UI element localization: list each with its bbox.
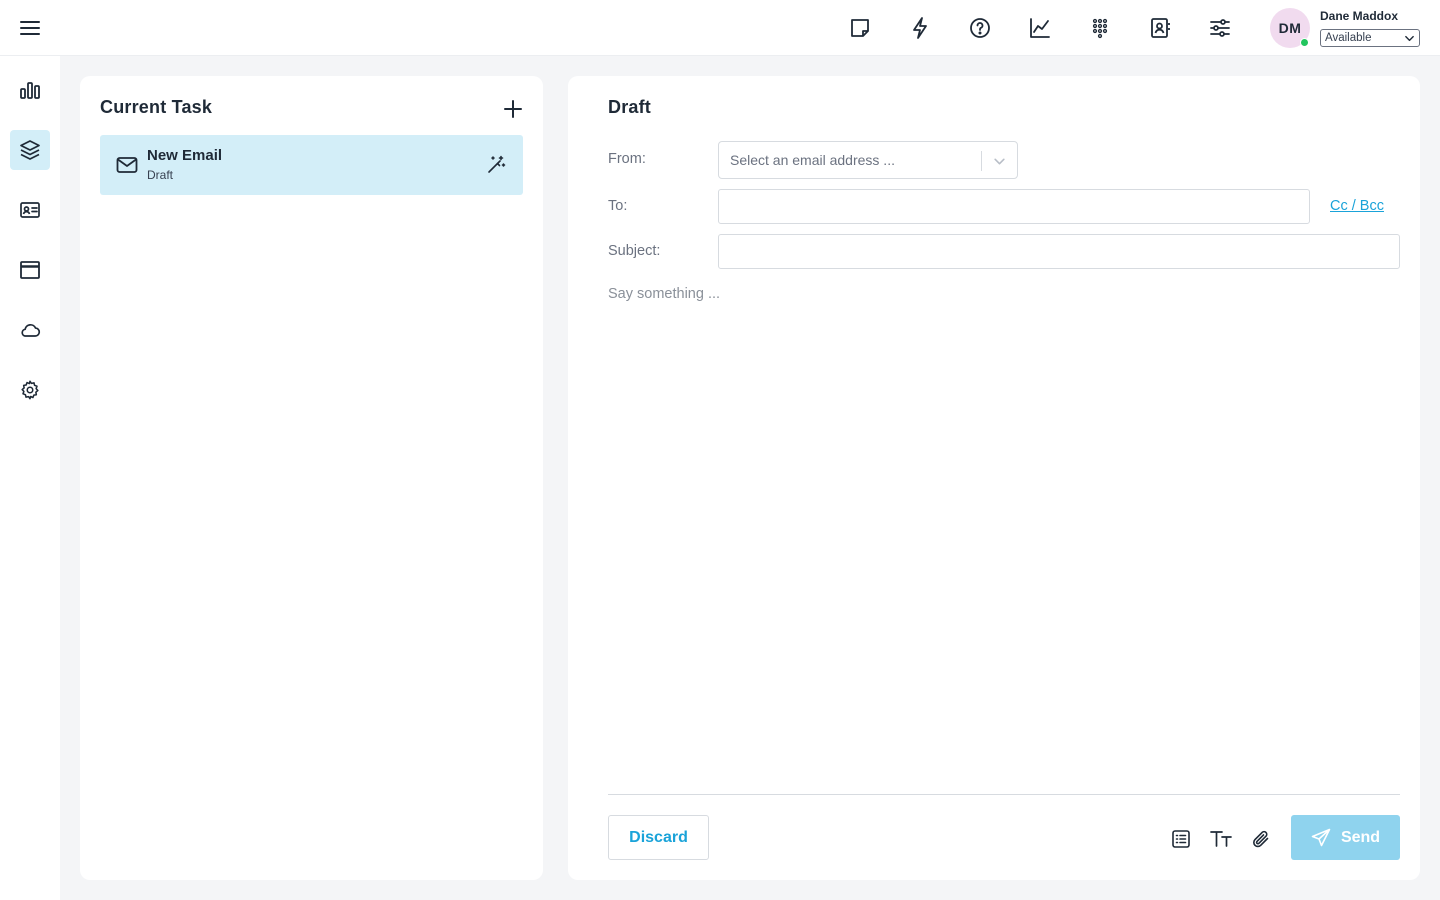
sticky-note-icon[interactable] — [840, 12, 880, 44]
nav-item-reports[interactable] — [10, 70, 50, 110]
avatar-initials: DM — [1278, 20, 1302, 36]
add-task-button[interactable] — [500, 96, 526, 122]
status-dropdown[interactable]: Available — [1320, 29, 1420, 47]
from-label: From: — [608, 151, 646, 167]
bar-chart-icon — [19, 79, 41, 101]
subject-label: Subject: — [608, 243, 661, 259]
paper-plane-icon — [1311, 828, 1331, 848]
analytics-icon[interactable] — [1020, 12, 1060, 44]
panel-title: Current Task — [100, 97, 213, 117]
nav-item-contacts[interactable] — [10, 190, 50, 230]
select-separator — [981, 151, 982, 171]
help-icon[interactable] — [960, 12, 1000, 44]
nav-item-tasks[interactable] — [10, 130, 50, 170]
status-indicator — [1300, 38, 1309, 47]
nav-item-cloud[interactable] — [10, 310, 50, 350]
nav-item-settings[interactable] — [10, 370, 50, 410]
text-size-icon — [1209, 829, 1233, 849]
task-status: Draft — [147, 168, 174, 182]
task-name: New Email — [147, 147, 223, 164]
discard-button[interactable]: Discard — [608, 815, 709, 860]
window-icon — [19, 259, 41, 281]
gear-icon — [19, 379, 41, 401]
user-name: Dane Maddox — [1320, 9, 1399, 23]
hamburger-menu-icon[interactable] — [16, 14, 44, 42]
attach-button[interactable] — [1248, 826, 1274, 852]
status-value: Available — [1325, 32, 1372, 44]
send-button[interactable]: Send — [1291, 815, 1400, 860]
template-button[interactable] — [1168, 826, 1194, 852]
chevron-down-icon — [1404, 33, 1415, 44]
dialpad-icon[interactable] — [1080, 12, 1120, 44]
side-nav — [0, 56, 60, 900]
chevron-down-icon — [993, 155, 1006, 168]
contacts-icon[interactable] — [1140, 12, 1180, 44]
to-input[interactable] — [718, 189, 1310, 224]
draft-title: Draft — [608, 97, 652, 117]
from-select[interactable]: Select an email address ... — [718, 141, 1018, 179]
plus-icon — [503, 99, 523, 119]
cloud-icon — [19, 319, 41, 341]
list-icon — [1171, 829, 1191, 849]
footer-divider — [608, 794, 1400, 795]
nav-item-windows[interactable] — [10, 250, 50, 290]
to-label: To: — [608, 198, 628, 214]
task-item[interactable]: New Email Draft — [100, 135, 523, 195]
paperclip-icon — [1251, 829, 1271, 849]
from-placeholder: Select an email address ... — [730, 152, 895, 168]
text-format-button[interactable] — [1208, 826, 1234, 852]
send-label: Send — [1340, 828, 1381, 846]
subject-input[interactable] — [718, 234, 1400, 269]
contact-card-icon — [19, 199, 41, 221]
message-body-input[interactable] — [608, 286, 1400, 791]
avatar[interactable]: DM — [1270, 8, 1310, 48]
lightning-icon[interactable] — [900, 12, 940, 44]
current-task-panel: Current Task New Email Draft — [80, 76, 543, 880]
cc-bcc-link[interactable]: Cc / Bcc — [1330, 198, 1384, 214]
draft-panel: Draft From: Select an email address ... … — [568, 76, 1420, 880]
settings-sliders-icon[interactable] — [1200, 12, 1240, 44]
magic-wand-icon[interactable] — [486, 155, 506, 175]
top-toolbar — [840, 12, 1240, 44]
mail-icon — [116, 155, 138, 175]
layers-icon — [19, 139, 41, 161]
top-bar: DM Dane Maddox Available — [0, 0, 1440, 56]
